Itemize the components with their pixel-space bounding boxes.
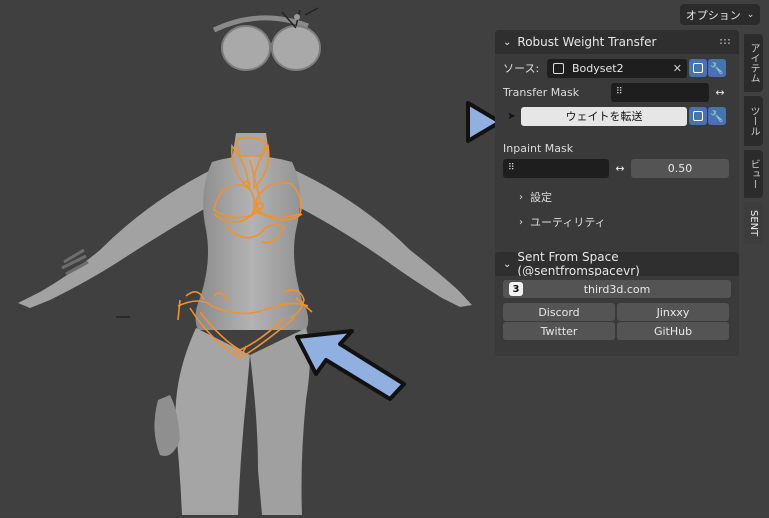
tab-view-label: ビュー [748,159,759,189]
chevron-down-icon: ⌄ [746,9,755,20]
collapse-chevron-icon: ⌄ [503,258,512,270]
settings-label: 設定 [530,191,552,204]
wrench-button-2[interactable]: 🔧 [708,107,726,125]
source-value: Bodyset2 [572,61,624,75]
transfer-mask-label: Transfer Mask [503,85,580,99]
tab-sent[interactable]: SENT [744,202,763,244]
vertex-group-icon: ⠿ [616,87,623,97]
select-tool-button[interactable]: ➤ [503,106,520,126]
mesh-object-icon [553,62,564,74]
panel-header[interactable]: ⌄ Sent From Space (@sentfromspacevr) [495,250,739,278]
options-dropdown[interactable]: オプション ⌄ [680,4,760,25]
source-object-field[interactable]: Bodyset2 ✕ [547,58,687,78]
inpaint-mask-label: Inpaint Mask [503,141,574,155]
clear-icon[interactable]: ✕ [673,62,682,75]
discord-button[interactable]: Discord [503,303,615,321]
copy-icon-button-2[interactable] [689,107,707,125]
jinxxy-label: Jinxxy [656,305,690,319]
robust-weight-transfer-panel: ⌄ Robust Weight Transfer ソース: Bodyset2 ✕… [495,30,739,260]
drag-grip-icon[interactable] [719,38,731,45]
cursor-arrow-icon: ➤ [507,110,516,122]
wrench-icon: 🔧 [710,109,724,123]
invert-toggle-2[interactable]: ↔ [610,158,630,178]
double-arrow-icon: ↔ [715,85,725,99]
vertex-group-icon: ⠿ [508,163,515,173]
options-label: オプション [685,8,741,22]
panel-header[interactable]: ⌄ Robust Weight Transfer [495,30,739,54]
inpaint-mask-field[interactable]: ⠿ [503,158,609,178]
source-label: ソース: [503,62,540,75]
discord-label: Discord [538,305,580,319]
tab-tool[interactable]: ツール [744,96,763,146]
inpaint-value: 0.50 [667,161,693,175]
wrench-button[interactable]: 🔧 [708,59,726,77]
wrench-icon: 🔧 [710,61,724,75]
tab-tool-label: ツール [748,106,759,136]
twitter-label: Twitter [540,324,578,338]
chevron-right-icon: › [519,216,523,228]
settings-subpanel[interactable]: › 設定 [503,186,731,208]
copy-icon-button[interactable] [689,59,707,77]
transfer-weights-button[interactable]: ウェイトを転送 [521,106,687,126]
github-label: GitHub [653,324,693,338]
tab-view[interactable]: ビュー [744,150,763,198]
jinxxy-button[interactable]: Jinxxy [617,303,729,321]
twitter-button[interactable]: Twitter [503,322,615,340]
utility-label: ユーティリティ [530,216,606,229]
inpaint-value-field[interactable]: 0.50 [631,158,729,178]
copy-icon [693,111,703,121]
double-arrow-icon: ↔ [615,161,625,175]
sent-from-space-panel: ⌄ Sent From Space (@sentfromspacevr) 3 t… [495,250,739,356]
copy-icon [693,63,703,73]
chevron-right-icon: › [519,191,523,203]
panel-title: Sent From Space (@sentfromspacevr) [517,250,640,278]
tab-sent-label: SENT [748,209,759,237]
third3d-logo-icon: 3 [509,282,523,296]
transfer-mask-field[interactable]: ⠿ [611,82,709,102]
tab-item[interactable]: アイテム [744,34,763,92]
invert-toggle[interactable]: ↔ [710,82,730,102]
website-label: third3d.com [583,282,651,296]
website-button[interactable]: 3 third3d.com [503,280,731,298]
github-button[interactable]: GitHub [617,322,729,340]
tab-item-label: アイテム [748,43,759,83]
panel-title: Robust Weight Transfer [517,35,657,49]
transfer-weights-label: ウェイトを転送 [565,110,643,123]
utility-subpanel[interactable]: › ユーティリティ [503,211,731,233]
collapse-chevron-icon: ⌄ [503,36,512,48]
